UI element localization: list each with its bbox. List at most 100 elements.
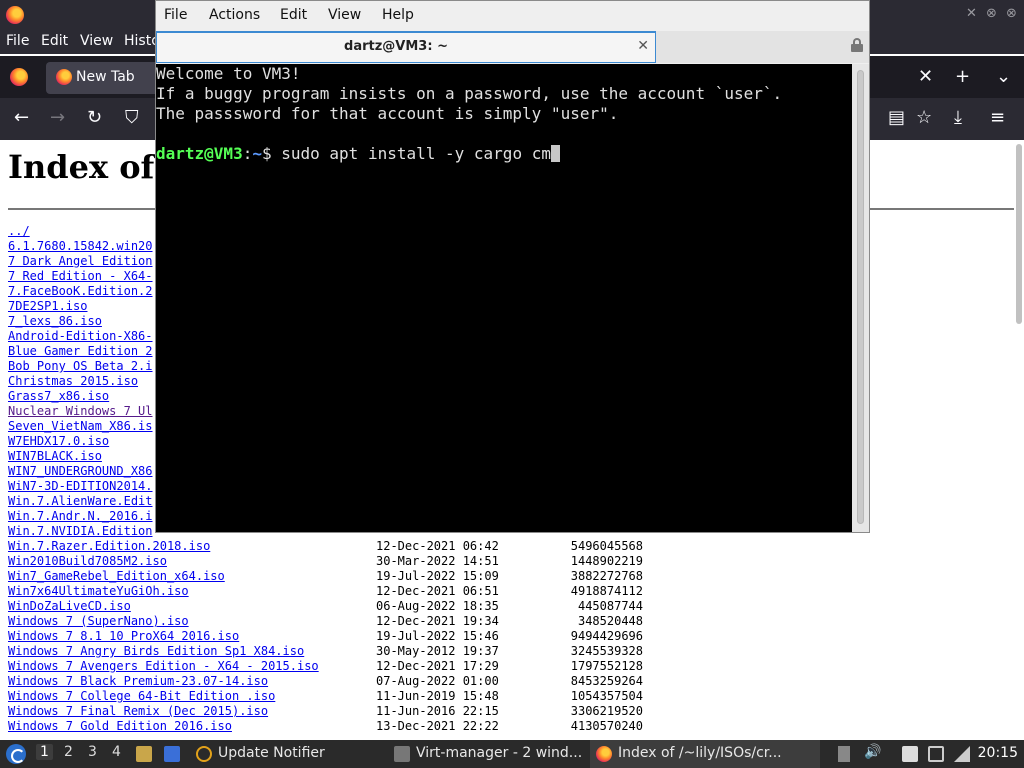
file-link[interactable]: Windows 7 Avengers Edition - X64 - 2015.…: [8, 659, 319, 673]
task-firefox[interactable]: Index of /~lily/ISOs/cr...: [590, 740, 820, 768]
back-icon[interactable]: ←: [14, 107, 29, 128]
file-link[interactable]: Win7_GameRebel_Edition_x64.iso: [8, 569, 225, 583]
file-link[interactable]: Win2010Build7085M2.iso: [8, 554, 167, 568]
motd-line: The passsword for that account is simply…: [156, 104, 619, 123]
task-update-notifier[interactable]: Update Notifier: [192, 740, 382, 768]
terminal-scroll-thumb[interactable]: [857, 70, 864, 524]
reload-icon[interactable]: ↻: [87, 107, 102, 128]
file-link[interactable]: 7 Red Edition - X64-: [8, 269, 153, 283]
task-label: Index of /~lily/ISOs/cr...: [618, 745, 782, 761]
page-scroll-thumb[interactable]: [1016, 144, 1022, 324]
tab-label: New Tab: [76, 69, 135, 85]
updates-tray-icon[interactable]: [838, 746, 850, 762]
tab-new-tab[interactable]: New Tab: [46, 62, 166, 94]
close-tab-icon[interactable]: ✕: [637, 38, 649, 54]
close-tab-icon[interactable]: ✕: [918, 66, 933, 87]
file-size: 348520448: [577, 614, 643, 628]
desktop-icon[interactable]: [164, 746, 180, 762]
workspace-4[interactable]: 4: [112, 744, 121, 760]
file-link[interactable]: 7_lexs_86.iso: [8, 314, 102, 328]
table-row: Windows 7 8.1 10 ProX64 2016.iso 19-Jul-2…: [8, 629, 643, 644]
start-menu-icon[interactable]: [6, 744, 26, 764]
menu-file[interactable]: File: [6, 33, 29, 49]
lock-icon[interactable]: [851, 38, 863, 52]
motd-line: Welcome to VM3!: [156, 64, 301, 83]
file-size: 3245539328: [570, 644, 643, 658]
bookmark-star-icon[interactable]: ☆: [916, 107, 932, 128]
file-link[interactable]: Christmas 2015.iso: [8, 374, 138, 388]
network-icon[interactable]: [954, 746, 970, 762]
terminal-menu-actions[interactable]: Actions: [209, 7, 260, 23]
new-tab-icon[interactable]: +: [955, 66, 970, 87]
file-link[interactable]: 6.1.7680.15842.win20: [8, 239, 153, 253]
menu-edit[interactable]: Edit: [41, 33, 68, 49]
clipboard-icon[interactable]: [902, 746, 918, 762]
file-link[interactable]: 7DE2SP1.iso: [8, 299, 87, 313]
file-link[interactable]: 7.FaceBooK.Edition.2: [8, 284, 153, 298]
file-link[interactable]: WIN7_UNDERGROUND_X86: [8, 464, 153, 478]
virt-manager-icon: [394, 746, 410, 762]
file-link[interactable]: Windows 7 8.1 10 ProX64 2016.iso: [8, 629, 239, 643]
file-date: 30-Mar-2022 14:51: [376, 554, 499, 568]
downloads-icon[interactable]: ⤓: [954, 107, 962, 128]
menu-view[interactable]: View: [80, 33, 113, 49]
hamburger-menu-icon[interactable]: ≡: [990, 107, 1005, 128]
terminal-tab[interactable]: dartz@VM3: ~ ✕: [156, 31, 656, 63]
terminal-screen[interactable]: Welcome to VM3! If a buggy program insis…: [156, 64, 852, 532]
workspace-1[interactable]: 1: [36, 744, 53, 760]
file-link[interactable]: Grass7_x86.iso: [8, 389, 109, 403]
file-date: 12-Dec-2021 06:51: [376, 584, 499, 598]
file-link[interactable]: Win.7.AlienWare.Edit: [8, 494, 153, 508]
file-link[interactable]: Bob Pony OS Beta 2.i: [8, 359, 153, 373]
table-row: Windows 7 (SuperNano).iso 12-Dec-2021 19:…: [8, 614, 643, 629]
file-link[interactable]: 7 Dark Angel Edition: [8, 254, 153, 268]
file-size: 4130570240: [570, 719, 643, 733]
file-link[interactable]: Nuclear Windows 7 Ul: [8, 404, 153, 418]
file-date: 12-Dec-2021 17:29: [376, 659, 499, 673]
terminal-menu-file[interactable]: File: [164, 7, 187, 23]
file-link[interactable]: Windows 7 (SuperNano).iso: [8, 614, 189, 628]
table-row: Win7_GameRebel_Edition_x64.iso 19-Jul-202…: [8, 569, 643, 584]
display-icon[interactable]: [928, 746, 944, 762]
file-link[interactable]: Windows 7 Black Premium-23.07-14.iso: [8, 674, 268, 688]
list-tabs-icon[interactable]: ⌄: [996, 66, 1011, 87]
task-virt-manager[interactable]: Virt-manager - 2 wind...: [390, 740, 590, 768]
file-link[interactable]: Seven_VietNam_X86.is: [8, 419, 153, 433]
maximize-icon[interactable]: ⊗: [986, 6, 997, 21]
close-icon[interactable]: ⊗: [1006, 6, 1017, 21]
firefox-view-icon[interactable]: [10, 68, 28, 86]
file-link[interactable]: Win7x64UltimateYuGiOh.iso: [8, 584, 189, 598]
reader-view-icon[interactable]: ▤: [888, 107, 905, 128]
file-link[interactable]: Win.7.Andr.N._2016.i: [8, 509, 153, 523]
file-link[interactable]: WinDoZaLiveCD.iso: [8, 599, 131, 613]
terminal-menu-view[interactable]: View: [328, 7, 361, 23]
file-link[interactable]: Win.7.NVIDIA.Edition: [8, 524, 153, 538]
file-link[interactable]: Windows 7 College 64-Bit Edition .iso: [8, 689, 275, 703]
terminal-scrollbar[interactable]: [852, 64, 869, 532]
terminal-menu-edit[interactable]: Edit: [280, 7, 307, 23]
forward-icon[interactable]: →: [50, 107, 65, 128]
table-row: Windows 7 Angry Birds Edition Sp1 X84.is…: [8, 644, 643, 659]
file-link[interactable]: Blue Gamer Edition 2: [8, 344, 153, 358]
file-link[interactable]: W7EHDX17.0.iso: [8, 434, 109, 448]
minimize-icon[interactable]: ✕: [966, 6, 977, 21]
terminal-menu-help[interactable]: Help: [382, 7, 414, 23]
page-scrollbar[interactable]: [1016, 144, 1022, 734]
file-link[interactable]: Android-Edition-X86-: [8, 329, 153, 343]
shield-icon[interactable]: ⛉: [125, 107, 139, 128]
firefox-icon: [596, 746, 612, 762]
file-link[interactable]: Windows 7 Angry Birds Edition Sp1 X84.is…: [8, 644, 304, 658]
workspace-2[interactable]: 2: [64, 744, 73, 760]
file-link[interactable]: Windows 7 Final Remix (Dec 2015).iso: [8, 704, 268, 718]
file-link[interactable]: Win.7.Razer.Edition.2018.iso: [8, 539, 210, 553]
workspace-3[interactable]: 3: [88, 744, 97, 760]
file-manager-icon[interactable]: [136, 746, 152, 762]
file-link[interactable]: ../: [8, 224, 30, 238]
file-link[interactable]: WIN7BLACK.iso: [8, 449, 102, 463]
file-link[interactable]: WiN7-3D-EDITION2014.: [8, 479, 153, 493]
table-row: Windows 7 College 64-Bit Edition .iso 11-…: [8, 689, 643, 704]
file-size: 3306219520: [570, 704, 643, 718]
volume-icon[interactable]: 🔊: [864, 744, 881, 760]
prompt-symbol: $: [261, 144, 282, 163]
file-link[interactable]: Windows 7 Gold Edition 2016.iso: [8, 719, 232, 733]
